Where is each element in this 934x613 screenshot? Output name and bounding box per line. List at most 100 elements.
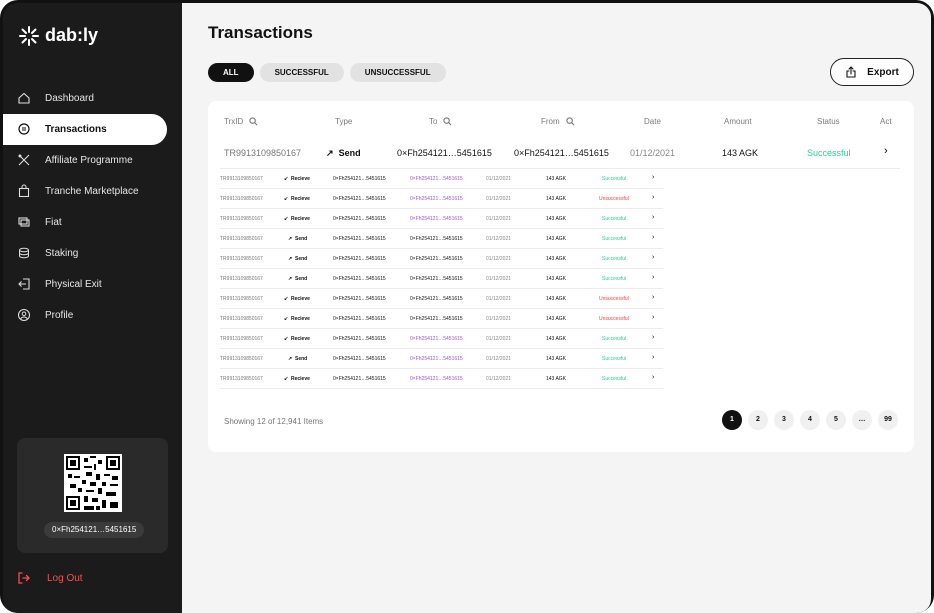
pagination-summary: Showing 12 of 12,941 Items [224,417,324,426]
sidebar-item-affiliate-programme[interactable]: Affiliate Programme [3,145,182,176]
trx-type: ↗ Send [288,276,307,282]
chevron-right-icon[interactable]: › [652,234,654,241]
col-to[interactable]: To [429,117,452,126]
chevron-right-icon[interactable]: › [652,294,654,301]
send-arrow-icon: ↗ [288,276,293,282]
col-act-label: Act [880,117,892,126]
filter-all[interactable]: ALL [208,63,254,82]
table-row[interactable]: TR9913109850167 ↙ Recieve 0×Fh254121…54516… [220,209,663,229]
chevron-right-icon[interactable]: › [652,174,654,181]
chevron-right-icon[interactable]: › [652,374,654,381]
receive-arrow-icon: ↙ [284,316,289,322]
filter-unsuccessful[interactable]: UNSUCCESSFUL [349,63,446,82]
sidebar-item-physical-exit[interactable]: Physical Exit [3,269,182,300]
chevron-right-icon[interactable]: › [652,194,654,201]
page-button-1[interactable]: 1 [722,410,742,430]
table-row[interactable]: TR9913109850167 ↙ Recieve 0×Fh254121…54516… [220,169,663,189]
page-button-5[interactable]: 5 [826,410,846,430]
trx-to: 0×Fh254121…5451615 [333,196,386,202]
page-button-2[interactable]: 2 [748,410,768,430]
table-row[interactable]: TR9913109850167 ↗ Send 0×Fh254121…5451615 0… [220,349,663,369]
trx-from: 0×Fh254121…5451615 [410,336,463,342]
chevron-right-icon[interactable]: › [652,314,654,321]
col-amount-label: Amount [724,117,752,126]
chevron-right-icon[interactable]: › [884,145,888,157]
trx-amount: 143 AGK [546,276,567,282]
page-button-3[interactable]: 3 [774,410,794,430]
export-button[interactable]: Export [830,58,914,86]
trx-id: TR9913109850167 [224,148,302,158]
trx-to: 0×Fh254121…5451615 [333,256,386,262]
sidebar-item-profile[interactable]: Profile [3,300,182,331]
trx-type-label: Recieve [290,316,310,322]
home-icon [18,92,30,104]
sidebar-item-tranche-marketplace[interactable]: Tranche Marketplace [3,176,182,207]
table-row[interactable]: TR9913109850167 ↙ Recieve 0×Fh254121…54516… [220,309,663,329]
trx-amount: 143 AGK [546,376,567,382]
trx-from: 0×Fh254121…5451615 [410,276,463,282]
page-button-4[interactable]: 4 [800,410,820,430]
col-status: Status [817,117,840,126]
trx-amount: 143 AGK [546,296,567,302]
chevron-right-icon[interactable]: › [652,214,654,221]
trx-type-label: Send [294,276,308,282]
logout-button[interactable]: Log Out [17,571,83,585]
trx-type-label: Recieve [290,296,310,302]
sidebar-item-label: Tranche Marketplace [45,186,139,197]
brand-logo[interactable]: dab:ly [19,25,98,46]
trx-type: ↙ Recieve [284,216,310,222]
search-icon[interactable] [443,117,452,126]
table-row[interactable]: TR9913109850167 ↗ Send 0×Fh254121…5451615 0… [220,269,663,289]
col-amount: Amount [724,117,752,126]
receive-arrow-icon: ↙ [284,196,289,202]
wallet-address[interactable]: 0×Fh254121…5451615 [44,522,145,538]
col-type: Type [335,117,352,126]
sidebar-item-label: Staking [45,248,79,259]
trx-from: 0×Fh254121…5451615 [410,236,463,242]
trx-to: 0×Fh254121…5451615 [333,176,386,182]
page-button-99[interactable]: 99 [878,410,898,430]
affiliate-icon [18,154,30,166]
trx-amount: 143 AGK [546,196,567,202]
trx-id: TR9913109850167 [220,296,263,302]
chevron-right-icon[interactable]: › [652,354,654,361]
filter-successful[interactable]: SUCCESSFUL [259,63,344,82]
trx-type-label: Recieve [290,376,310,382]
chevron-right-icon[interactable]: › [652,334,654,341]
search-icon[interactable] [249,117,258,126]
sidebar-item-dashboard[interactable]: Dashboard [3,83,182,114]
chevron-right-icon[interactable]: › [652,254,654,261]
trx-type-label: Send [294,356,308,362]
trx-amount: 143 AGK [722,148,759,158]
trx-from: 0×Fh254121…5451615 [514,148,609,158]
trx-to: 0×Fh254121…5451615 [333,356,386,362]
exit-icon [18,278,30,290]
qr-code-icon [64,454,122,512]
trx-amount: 143 AGK [546,256,567,262]
table-row[interactable]: TR9913109850167 ↙ Recieve 0×Fh254121…54516… [220,189,663,209]
col-trxid-label: TrxID [224,117,244,126]
trx-to: 0×Fh254121…5451615 [333,296,386,302]
trx-status: Successful [602,236,627,242]
trx-status: Successful [602,276,627,282]
table-row[interactable]: TR9913109850167 ↗ Send 0×Fh254121…5451615 0… [220,249,663,269]
featured-table-row[interactable]: TR9913109850167 ↗ Send 0×Fh254121…545161… [220,137,900,169]
trx-type-label: Recieve [290,336,310,342]
chevron-right-icon[interactable]: › [652,274,654,281]
trx-to: 0×Fh254121…5451615 [333,376,386,382]
table-row[interactable]: TR9913109850167 ↗ Send 0×Fh254121…5451615 0… [220,229,663,249]
search-icon[interactable] [566,117,575,126]
sidebar-item-transactions[interactable]: Transactions [3,114,167,145]
col-trxid[interactable]: TrxID [224,117,258,126]
sidebar-item-staking[interactable]: Staking [3,238,182,269]
trx-from: 0×Fh254121…5451615 [410,356,463,362]
sidebar-item-fiat[interactable]: Fiat [3,207,182,238]
trx-id: TR9913109850167 [220,276,263,282]
table-row[interactable]: TR9913109850167 ↙ Recieve 0×Fh254121…54516… [220,289,663,309]
table-row[interactable]: TR9913109850167 ↙ Recieve 0×Fh254121…54516… [220,369,663,389]
table-row[interactable]: TR9913109850167 ↙ Recieve 0×Fh254121…54516… [220,329,663,349]
trx-date: 01/12/2021 [486,296,512,302]
col-from[interactable]: From [541,117,575,126]
trx-type-label: Recieve [290,176,310,182]
trx-date: 01/12/2021 [486,256,512,262]
